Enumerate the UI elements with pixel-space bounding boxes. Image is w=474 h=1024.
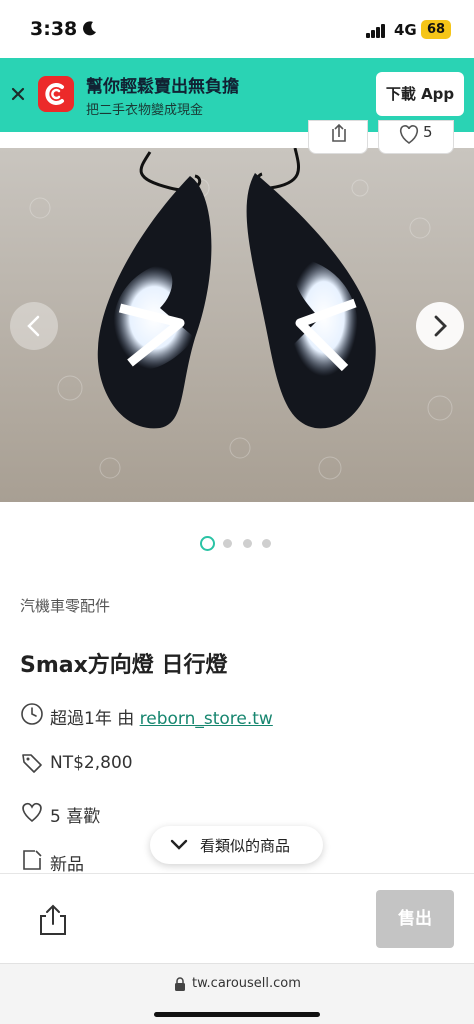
like-button[interactable]: 5: [378, 120, 454, 154]
like-count: 5: [423, 123, 433, 141]
posted-time: 超過1年 由: [50, 709, 140, 729]
battery-indicator: 68: [421, 20, 451, 39]
chevron-right-icon: [434, 315, 447, 337]
carousell-logo-icon: [38, 76, 74, 112]
page-dot[interactable]: [262, 539, 271, 548]
likes-count: 5 喜歡: [50, 807, 101, 827]
listing-category[interactable]: 汽機車零配件: [20, 595, 110, 616]
listing-title: Smax方向燈 日行燈: [20, 653, 228, 678]
product-page: 3:38 4G 68 幫你輕鬆賣出無負擔 把二手衣物變成現金 下載 App 5 …: [0, 0, 474, 1024]
page-dot-active[interactable]: [200, 536, 215, 551]
sold-button[interactable]: 售出: [376, 890, 454, 948]
network-type: 4G: [394, 21, 417, 39]
gallery-pagination: [0, 535, 474, 551]
chevron-down-icon: [170, 839, 188, 850]
see-similar-button[interactable]: 看類似的商品: [150, 826, 323, 864]
share-icon[interactable]: [38, 904, 68, 936]
lock-icon: [175, 977, 185, 991]
bottom-action-bar: 售出: [0, 873, 474, 963]
condition-icon: [23, 850, 42, 870]
heart-icon: [22, 802, 42, 823]
share-icon: [332, 123, 346, 142]
status-bar: 3:38 4G 68: [0, 0, 474, 58]
next-image-button[interactable]: [416, 302, 464, 350]
banner-title: 幫你輕鬆賣出無負擔: [86, 77, 239, 97]
url-text: tw.carousell.com: [192, 976, 301, 991]
share-button[interactable]: [308, 120, 368, 154]
listing-price: NT$2,800: [50, 753, 133, 773]
tag-icon: [22, 754, 42, 773]
see-similar-label: 看類似的商品: [200, 837, 291, 855]
banner-subtitle: 把二手衣物變成現金: [86, 103, 204, 118]
moon-icon: [83, 21, 96, 36]
clock-icon: [21, 703, 43, 725]
product-photo: [0, 148, 474, 502]
chevron-left-icon: [27, 315, 40, 337]
page-dot[interactable]: [243, 539, 252, 548]
status-time: 3:38: [30, 18, 78, 40]
page-dot[interactable]: [223, 539, 232, 548]
product-image-gallery[interactable]: [0, 148, 474, 502]
close-icon[interactable]: [10, 86, 26, 102]
signal-icon: [366, 24, 386, 38]
listing-condition: 新品: [50, 855, 84, 875]
browser-url-bar[interactable]: tw.carousell.com: [0, 963, 474, 1024]
previous-image-button[interactable]: [10, 302, 58, 350]
posted-text: 超過1年 由 reborn_store.tw: [50, 704, 273, 729]
seller-link[interactable]: reborn_store.tw: [140, 709, 273, 729]
download-app-button[interactable]: 下載 App: [376, 72, 464, 116]
home-indicator: [154, 1012, 320, 1017]
